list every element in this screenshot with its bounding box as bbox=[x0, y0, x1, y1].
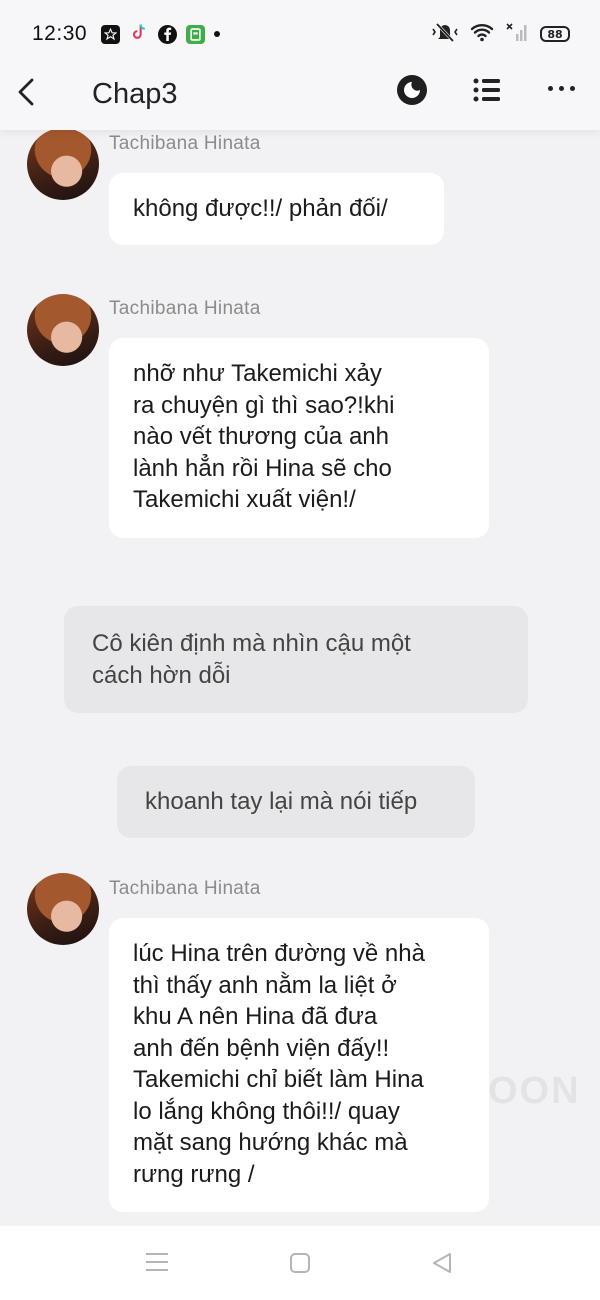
theme-toggle-icon bbox=[397, 75, 427, 105]
message-line: lành hẳn rồi Hina sẽ cho bbox=[133, 454, 392, 482]
tiktok-icon bbox=[129, 22, 149, 47]
avatar[interactable] bbox=[27, 873, 99, 945]
more-options-button[interactable] bbox=[548, 86, 576, 94]
back-triangle-icon[interactable] bbox=[430, 1251, 454, 1275]
message-bubble: lúc Hina trên đường về nhà thì thấy anh … bbox=[109, 918, 489, 1212]
app-bar: Chap3 bbox=[0, 68, 600, 130]
avatar[interactable] bbox=[27, 130, 99, 200]
chat-area[interactable]: Tachibana Hinata không được!!/ phản đối/… bbox=[0, 130, 600, 1226]
more-icon bbox=[548, 86, 553, 91]
back-icon bbox=[18, 78, 34, 106]
navigation-bar bbox=[0, 1226, 600, 1300]
sender-name: Tachibana Hinata bbox=[109, 878, 261, 899]
message-line: rưng rưng / bbox=[133, 1160, 255, 1188]
message-bubble: không được!!/ phản đối/ bbox=[109, 173, 444, 245]
message-line: nào vết thương của anh bbox=[133, 423, 389, 450]
system-status-icons: 88 bbox=[432, 21, 570, 48]
dot-icon bbox=[214, 31, 221, 37]
back-button[interactable] bbox=[16, 76, 40, 108]
facebook-icon bbox=[158, 24, 178, 44]
message-line: thì thấy anh nằm la liệt ở bbox=[133, 971, 397, 999]
battery-indicator: 88 bbox=[540, 26, 570, 42]
menu-icon[interactable] bbox=[146, 1253, 168, 1271]
green-app-icon bbox=[186, 24, 206, 44]
sender-name: Tachibana Hinata bbox=[109, 298, 261, 319]
status-bar: 12:30 88 bbox=[0, 0, 600, 68]
message-bubble: nhỡ như Takemichi xảy ra chuyện gì thì s… bbox=[109, 338, 489, 538]
home-icon[interactable] bbox=[290, 1253, 310, 1273]
message-line: ra chuyện gì thì sao?!khi bbox=[133, 391, 395, 419]
message-line: anh đến bệnh viện đấy!! bbox=[133, 1034, 390, 1062]
message-line: nhỡ như Takemichi xảy bbox=[133, 360, 382, 387]
wifi-icon bbox=[470, 22, 494, 47]
mute-bell-icon bbox=[432, 21, 458, 48]
message-line: khu A nên Hina đã đưa bbox=[133, 1003, 378, 1030]
signal-icon bbox=[506, 22, 528, 47]
screen: 12:30 88 Chap3 Tachibana Hinata không đư… bbox=[0, 0, 600, 1300]
narration-bubble: khoanh tay lại mà nói tiếp bbox=[117, 766, 475, 838]
status-time: 12:30 bbox=[32, 22, 88, 45]
message-line: Takemichi chỉ biết làm Hina bbox=[133, 1066, 424, 1093]
table-of-contents-icon bbox=[473, 78, 500, 102]
sender-name: Tachibana Hinata bbox=[109, 133, 261, 154]
notification-icons bbox=[101, 22, 221, 47]
message-line: lo lắng không thôi!!/ quay bbox=[133, 1097, 400, 1125]
theme-toggle-button[interactable] bbox=[396, 74, 428, 106]
table-of-contents-button[interactable] bbox=[473, 77, 501, 103]
message-line: Takemichi xuất viện!/ bbox=[133, 486, 356, 513]
watermark: OON bbox=[488, 1070, 581, 1112]
narration-line: cách hờn dỗi bbox=[92, 661, 231, 689]
message-line: lúc Hina trên đường về nhà bbox=[133, 940, 425, 967]
avatar[interactable] bbox=[27, 294, 99, 366]
star-app-icon bbox=[101, 24, 121, 44]
message-text: không được!!/ phản đối/ bbox=[133, 195, 388, 222]
message-line: mặt sang hướng khác mà bbox=[133, 1129, 408, 1156]
narration-line: Cô kiên định mà nhìn cậu một bbox=[92, 630, 411, 657]
narration-bubble: Cô kiên định mà nhìn cậu một cách hờn dỗ… bbox=[64, 606, 528, 713]
chapter-title: Chap3 bbox=[92, 78, 178, 110]
narration-text: khoanh tay lại mà nói tiếp bbox=[145, 788, 418, 815]
